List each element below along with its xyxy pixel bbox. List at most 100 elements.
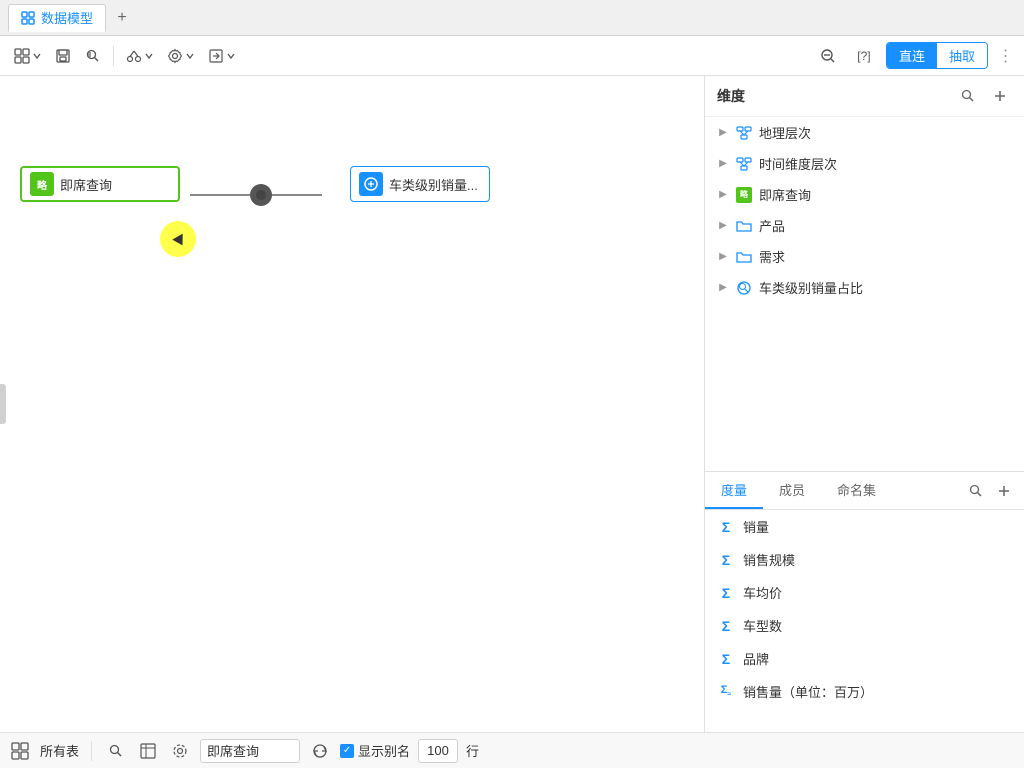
status-bar-left: 所有表 xyxy=(8,739,479,763)
cursor-indicator xyxy=(160,221,196,257)
tree-item-product[interactable]: ▶ 产品 xyxy=(705,210,1024,241)
row-count-input[interactable] xyxy=(418,739,458,763)
chevron-down-icon-4 xyxy=(227,52,235,60)
tab-data-model[interactable]: 数据模型 xyxy=(8,4,106,32)
measure-label-brand: 品牌 xyxy=(743,649,769,668)
grid-icon xyxy=(21,11,35,25)
search-preview-button[interactable] xyxy=(79,42,107,70)
measure-item-sales-million[interactable]: Σ≈ 销售量（单位：百万） xyxy=(705,675,1024,708)
main-area: 略 即席查询 xyxy=(0,76,1024,732)
measure-item-sales-scale[interactable]: Σ 销售规模 xyxy=(705,543,1024,576)
adhoc-dimension-label: 即席查询 xyxy=(759,185,1012,204)
dimensions-actions xyxy=(956,84,1012,108)
all-tables-label: 所有表 xyxy=(40,741,79,760)
chevron-down-icon-3 xyxy=(186,52,194,60)
tab-member[interactable]: 成员 xyxy=(763,472,821,509)
table-icon xyxy=(140,743,156,759)
right-panel: 维度 xyxy=(704,76,1024,732)
settings-button[interactable] xyxy=(161,42,200,70)
save-icon xyxy=(55,48,71,64)
direct-mode-button[interactable]: 直连 xyxy=(887,43,937,68)
help-button[interactable]: [?] xyxy=(850,42,878,70)
tree-item-demand[interactable]: ▶ 需求 xyxy=(705,241,1024,272)
mode-toggle: 直连 抽取 xyxy=(886,42,988,69)
measure-item-car-type-count[interactable]: Σ 车型数 xyxy=(705,609,1024,642)
connector-dot xyxy=(250,184,272,206)
status-bar: 所有表 xyxy=(0,732,1024,768)
measure-item-sales-vol[interactable]: Σ 销量 xyxy=(705,510,1024,543)
display-alias-checkbox[interactable]: ✓ xyxy=(340,744,354,758)
import-button[interactable] xyxy=(202,42,241,70)
expand-arrow-car-sales: ▶ xyxy=(717,282,729,294)
search-preview-icon xyxy=(85,48,101,64)
all-tables-icon xyxy=(11,742,29,760)
sigma-icon-special-sales: Σ≈ xyxy=(717,684,735,698)
sigma-icon-brand: Σ xyxy=(717,651,735,667)
refresh-button[interactable] xyxy=(308,739,332,763)
query-input[interactable] xyxy=(200,739,300,763)
layout-button[interactable] xyxy=(8,42,47,70)
tree-item-geo[interactable]: ▶ 地理层次 xyxy=(705,117,1024,148)
tree-item-car-sales[interactable]: ▶ 车类级别销量占比 xyxy=(705,272,1024,303)
bottom-tab-actions xyxy=(956,472,1024,509)
tab-measure[interactable]: 度量 xyxy=(705,472,763,509)
gear-icon xyxy=(167,48,183,64)
display-alias-area[interactable]: ✓ 显示别名 xyxy=(340,741,410,760)
tab-label: 数据模型 xyxy=(41,8,93,27)
measure-item-brand[interactable]: Σ 品牌 xyxy=(705,642,1024,675)
extract-mode-button[interactable]: 抽取 xyxy=(937,43,987,68)
measure-label-sales-scale: 销售规模 xyxy=(743,550,795,569)
car-sales-node-box: 车类级别销量... xyxy=(350,166,490,202)
tree-item-time[interactable]: ▶ 时间维度层次 xyxy=(705,148,1024,179)
sigma-icon-car-avg: Σ xyxy=(717,585,735,601)
toolbar: [?] 直连 抽取 ⋮ xyxy=(0,36,1024,76)
connector-line xyxy=(190,194,250,196)
right-node[interactable]: 车类级别销量... xyxy=(350,166,490,202)
folder-demand-icon xyxy=(735,248,753,266)
status-table-button[interactable] xyxy=(136,739,160,763)
separator-1 xyxy=(113,46,114,66)
save-button[interactable] xyxy=(49,42,77,70)
display-alias-label: 显示别名 xyxy=(358,741,410,760)
measure-label-sales-million: 销售量（单位：百万） xyxy=(743,682,873,701)
more-options-button[interactable]: ⋮ xyxy=(996,42,1016,70)
row-label: 行 xyxy=(466,741,479,760)
adhoc-node-icon: 略 xyxy=(30,172,54,196)
import-icon xyxy=(208,48,224,64)
status-search-icon xyxy=(108,743,124,759)
left-scroll-indicator xyxy=(0,384,6,424)
refresh-icon xyxy=(312,743,328,759)
measure-label-sales-vol: 销量 xyxy=(743,517,769,536)
product-label: 产品 xyxy=(759,216,1012,235)
expand-arrow-time: ▶ xyxy=(717,158,729,170)
dimensions-section: 维度 xyxy=(705,76,1024,472)
expand-arrow-geo: ▶ xyxy=(717,127,729,139)
car-sales-dimension-label: 车类级别销量占比 xyxy=(759,278,1012,297)
layout-icon xyxy=(14,48,30,64)
connector-line-2 xyxy=(272,194,322,196)
chevron-down-icon-2 xyxy=(145,52,153,60)
demand-label: 需求 xyxy=(759,247,1012,266)
time-hierarchy-icon xyxy=(735,155,753,173)
measure-list: Σ 销量 Σ 销售规模 Σ 车均价 Σ 车型数 xyxy=(705,510,1024,732)
zoom-out-button[interactable] xyxy=(814,42,842,70)
top-tab-bar: 数据模型 + xyxy=(0,0,1024,36)
measure-label-car-type-count: 车型数 xyxy=(743,616,782,635)
dimensions-search-button[interactable] xyxy=(956,84,980,108)
tab-naming[interactable]: 命名集 xyxy=(821,472,892,509)
zoom-out-icon xyxy=(819,47,837,65)
all-tables-icon-btn[interactable] xyxy=(8,739,32,763)
search-circle-icon xyxy=(735,279,753,297)
cut-button[interactable] xyxy=(120,42,159,70)
dimensions-add-button[interactable] xyxy=(988,84,1012,108)
status-search-button[interactable] xyxy=(104,739,128,763)
canvas-area[interactable]: 略 即席查询 xyxy=(0,76,704,732)
left-node[interactable]: 略 即席查询 xyxy=(20,166,180,202)
measures-add-button[interactable] xyxy=(992,479,1016,503)
tree-item-adhoc[interactable]: ▶ 略 即席查询 xyxy=(705,179,1024,210)
measure-item-car-avg-price[interactable]: Σ 车均价 xyxy=(705,576,1024,609)
status-settings-button[interactable] xyxy=(168,739,192,763)
search-icon-measures xyxy=(968,483,984,499)
measures-search-button[interactable] xyxy=(964,479,988,503)
add-tab-button[interactable]: + xyxy=(110,6,134,30)
